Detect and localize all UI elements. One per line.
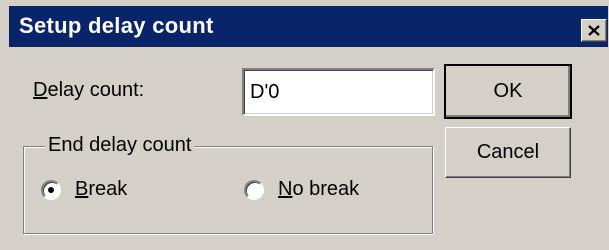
delay-count-input[interactable] <box>242 68 435 116</box>
close-icon <box>588 25 600 36</box>
break-label: Break <box>75 178 128 200</box>
setup-delay-count-dialog: Setup delay count Delay count: OK Cancel… <box>0 0 609 250</box>
radio-unselected-icon <box>244 179 264 200</box>
delay-count-label: Delay count: <box>33 79 144 102</box>
ok-button[interactable]: OK <box>445 65 571 118</box>
delay-count-label-text: elay count: <box>47 79 145 101</box>
title-bar[interactable]: Setup delay count <box>9 6 608 47</box>
window-title: Setup delay count <box>19 13 214 38</box>
end-delay-count-legend: End delay count <box>45 134 195 157</box>
close-button[interactable] <box>581 19 607 42</box>
cancel-button[interactable]: Cancel <box>445 127 571 178</box>
no-break-radio[interactable]: No break <box>244 178 359 201</box>
no-break-label: No break <box>278 178 360 200</box>
radio-selected-icon <box>41 179 61 200</box>
break-radio[interactable]: Break <box>41 178 127 201</box>
delay-count-label-accelerator: D <box>33 79 48 101</box>
